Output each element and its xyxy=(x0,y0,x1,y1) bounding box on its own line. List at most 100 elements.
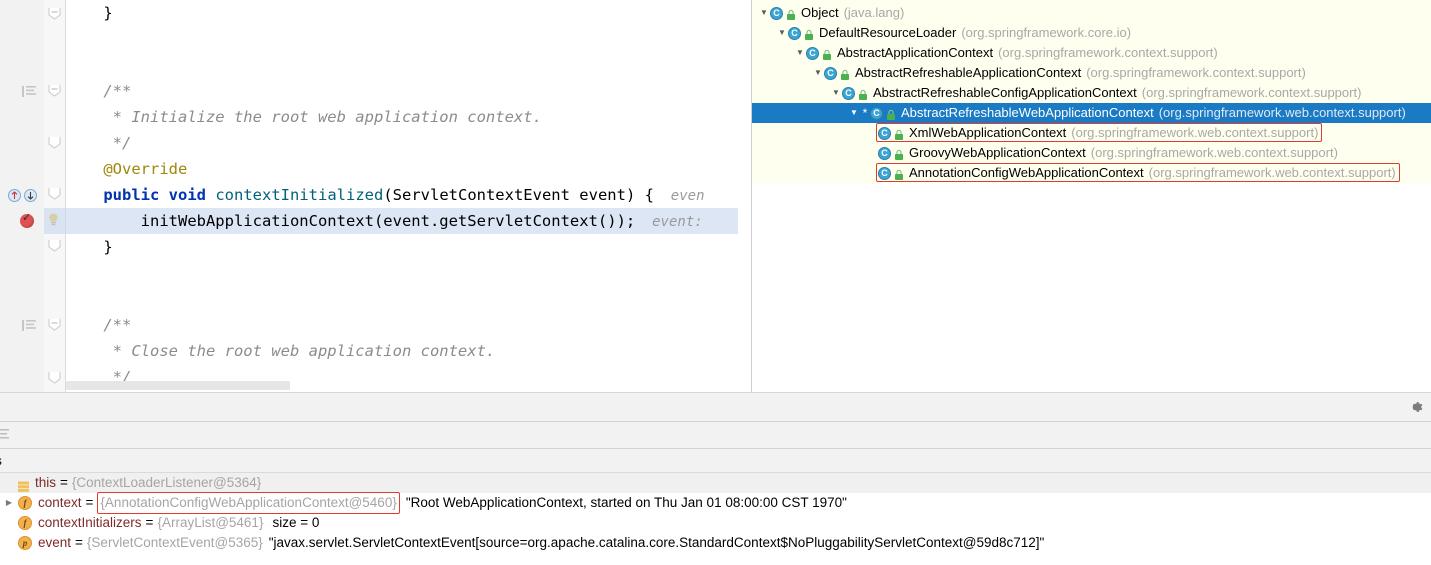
code-editor-pane[interactable]: } /** * Initialize the root web applicat… xyxy=(0,0,751,392)
class-icon: C xyxy=(878,146,891,160)
fold-collapse-icon[interactable] xyxy=(48,319,61,331)
variables-tree[interactable]: this = {ContextLoaderListener@5364} ▶ f conte… xyxy=(0,473,1431,565)
debug-tool-window-header xyxy=(0,393,1431,421)
equals-sign: = xyxy=(85,495,94,510)
hierarchy-package-name: (org.springframework.web.context.support… xyxy=(1071,125,1319,140)
fold-end-icon[interactable] xyxy=(48,137,61,149)
code-token: public xyxy=(103,186,160,204)
editor-horizontal-scrollbar[interactable] xyxy=(66,381,290,390)
method-up-icon[interactable] xyxy=(8,189,21,202)
this-object-icon xyxy=(18,478,29,492)
chevron-down-icon[interactable]: ▼ xyxy=(812,63,824,83)
hierarchy-row[interactable]: ▼ C AbstractApplicationContext (org.springf… xyxy=(752,43,1431,63)
code-line: */ xyxy=(66,130,132,156)
class-icon: C xyxy=(842,86,855,100)
chevron-down-icon[interactable]: ▼ xyxy=(776,23,788,43)
class-icon: C xyxy=(878,126,891,140)
code-token: /** xyxy=(66,82,132,100)
variable-row[interactable]: f contextInitializers = {ArrayList@5461} siz… xyxy=(0,513,1431,533)
class-icon: C xyxy=(788,26,801,40)
variable-row[interactable]: this = {ContextLoaderListener@5364} xyxy=(0,473,1431,493)
type-hierarchy-panel[interactable]: ▼ C Object (java.lang) ▼ C DefaultResourceLoad… xyxy=(751,0,1431,392)
equals-sign: = xyxy=(60,475,68,490)
breakpoint-verified-icon[interactable] xyxy=(20,211,34,228)
hierarchy-package-name: (org.springframework.context.support) xyxy=(1141,85,1362,100)
chevron-down-icon[interactable]: ▼ xyxy=(758,3,770,23)
ide-window: } /** * Initialize the root web applicat… xyxy=(0,0,1431,565)
inlay-hint: event: xyxy=(635,214,703,230)
hierarchy-row[interactable]: ▼ C AbstractRefreshableApplicationContext (… xyxy=(752,63,1431,83)
hierarchy-package-name: (org.springframework.context.support) xyxy=(1086,65,1306,80)
fold-end-icon[interactable] xyxy=(48,240,61,252)
chevron-right-icon[interactable]: ▶ xyxy=(0,493,18,513)
equals-sign: = xyxy=(145,515,154,530)
public-visibility-icon xyxy=(804,27,814,40)
gear-icon[interactable] xyxy=(1407,398,1425,416)
collection-size: size = 0 xyxy=(272,515,320,530)
debugger-toolbar-strip[interactable] xyxy=(0,422,1431,448)
fold-end-icon[interactable] xyxy=(48,372,61,384)
code-token: /** xyxy=(66,316,132,334)
public-visibility-icon xyxy=(858,87,868,100)
hierarchy-row[interactable]: ▼ C DefaultResourceLoader (org.springframew… xyxy=(752,23,1431,43)
current-class-marker-icon: * xyxy=(862,106,868,120)
public-visibility-icon xyxy=(894,147,904,160)
code-token: * Initialize the root web application co… xyxy=(66,108,542,126)
code-line: /** xyxy=(66,312,131,338)
class-icon: C xyxy=(870,106,883,120)
class-icon: C xyxy=(824,66,837,80)
variable-name: event xyxy=(38,535,72,550)
hierarchy-package-name: (org.springframework.core.io) xyxy=(961,25,1132,40)
class-icon: C xyxy=(770,6,783,20)
hierarchy-row[interactable]: ▼ C Object (java.lang) xyxy=(752,3,1431,23)
editor-source-text[interactable]: } /** * Initialize the root web applicat… xyxy=(44,0,751,392)
inlay-hint: even xyxy=(653,188,705,204)
editor-fold-gutter[interactable] xyxy=(44,0,66,392)
code-line: } xyxy=(66,234,112,260)
public-visibility-icon xyxy=(894,127,904,140)
hierarchy-package-name: (java.lang) xyxy=(843,5,905,20)
editor-gutter-markers[interactable] xyxy=(0,0,44,392)
variable-name: contextInitializers xyxy=(38,515,142,530)
hierarchy-row[interactable]: C AnnotationConfigWebApplicationContext (o… xyxy=(752,163,1431,183)
hierarchy-class-name: AbstractRefreshableConfigApplicationCont… xyxy=(873,85,1137,100)
editor-vertical-scrollbar[interactable] xyxy=(738,0,751,392)
chevron-down-icon[interactable]: ▼ xyxy=(848,103,860,123)
hierarchy-row[interactable]: C GroovyWebApplicationContext (org.springf… xyxy=(752,143,1431,163)
variable-value: "javax.servlet.ServletContextEvent[sourc… xyxy=(268,535,1045,550)
code-line: initWebApplicationContext(event.getServl… xyxy=(66,208,703,235)
hierarchy-class-name: DefaultResourceLoader xyxy=(819,25,957,40)
variable-reference: {ContextLoaderListener@5364} xyxy=(71,475,262,490)
code-line: * Close the root web application context… xyxy=(66,338,496,364)
type-hierarchy-tree[interactable]: ▼ C Object (java.lang) ▼ C DefaultResourceLoad… xyxy=(752,3,1431,183)
public-visibility-icon xyxy=(786,7,796,20)
hierarchy-class-name: AbstractRefreshableWebApplicationContext xyxy=(901,105,1154,120)
code-line: * Initialize the root web application co… xyxy=(66,104,542,130)
code-token: initWebApplicationContext(event.getServl… xyxy=(66,212,636,230)
fold-collapse-icon[interactable] xyxy=(48,85,61,97)
hierarchy-row[interactable]: ▼ C AbstractRefreshableConfigApplicationCo… xyxy=(752,83,1431,103)
chevron-down-icon[interactable]: ▼ xyxy=(794,43,806,63)
variable-row[interactable]: ▶ f context = {AnnotationConfigWebApplicatio… xyxy=(0,492,1431,514)
code-token: */ xyxy=(66,134,132,152)
variable-reference: {AnnotationConfigWebApplicationContext@5… xyxy=(97,492,400,514)
hierarchy-class-name: AbstractRefreshableApplicationContext xyxy=(855,65,1082,80)
restore-layout-icon[interactable] xyxy=(0,428,12,441)
method-down-icon[interactable] xyxy=(24,189,37,202)
public-visibility-icon xyxy=(886,107,896,120)
field-icon: f xyxy=(18,516,32,530)
fold-end-icon[interactable] xyxy=(48,8,61,20)
fold-collapse-icon[interactable] xyxy=(48,188,61,200)
hierarchy-row[interactable]: ▼ * C AbstractRefreshableWebApplicationCont… xyxy=(752,103,1431,123)
variable-row[interactable]: p event = {ServletContextEvent@5365} "javax.… xyxy=(0,533,1431,553)
class-icon: C xyxy=(878,166,891,180)
hierarchy-class-name: XmlWebApplicationContext xyxy=(909,125,1067,140)
variables-tab-header[interactable]: bles xyxy=(0,449,1431,472)
hierarchy-row[interactable]: C XmlWebApplicationContext (org.springfram… xyxy=(752,123,1431,143)
chevron-down-icon[interactable]: ▼ xyxy=(830,83,842,103)
